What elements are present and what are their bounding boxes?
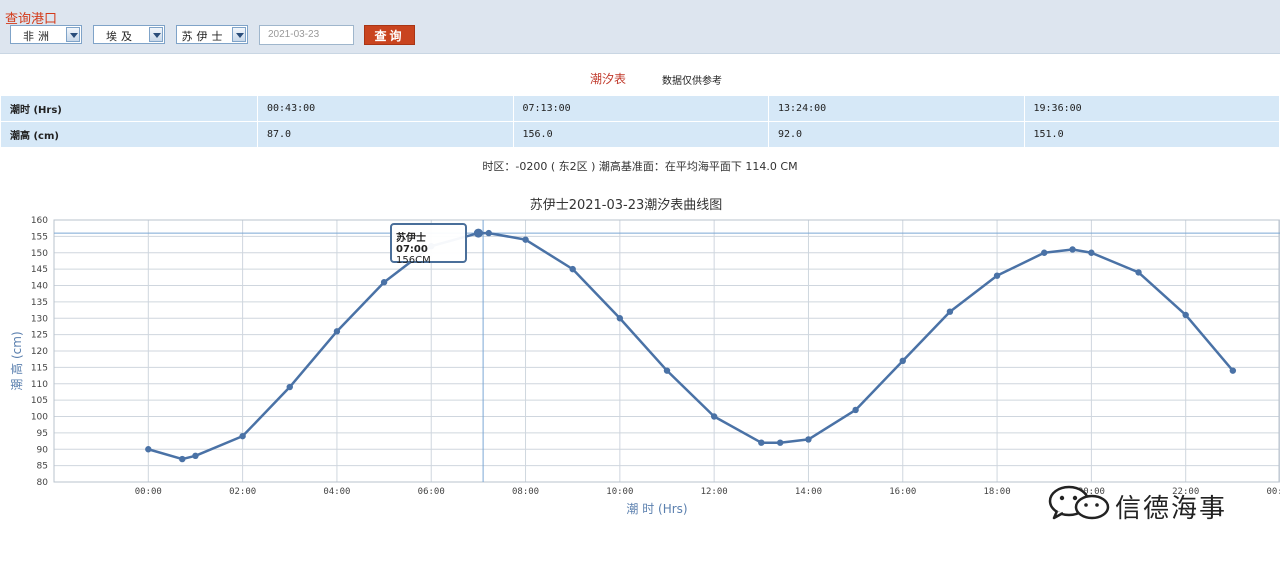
data-point xyxy=(286,383,293,391)
continent-value: 非洲 xyxy=(23,30,53,43)
data-point xyxy=(192,452,199,459)
data-point xyxy=(179,455,186,463)
data-point xyxy=(758,439,765,446)
data-point xyxy=(145,446,152,453)
continent-select[interactable]: 非洲 xyxy=(10,25,82,44)
y-tick-label: 145 xyxy=(31,265,48,275)
x-tick-label: 18:00 xyxy=(984,487,1011,497)
data-point xyxy=(485,229,492,237)
zone-info: 时区：-0200 ( 东2区 ) 潮高基准面：在平均海平面下 114.0 CM xyxy=(482,160,798,173)
wechat-logo-icon xyxy=(1048,485,1110,520)
data-point xyxy=(776,439,784,446)
table-cell: 19:36:00 xyxy=(1023,95,1280,122)
tide-chart: 80 85 90 95 100 105 110 115 120 125 130 135 140 145 15… xyxy=(9,216,1280,516)
x-tick-label: 00:00 xyxy=(135,487,162,497)
tide-table-note: 数据仅供参考 xyxy=(662,76,722,87)
y-tick-label: 110 xyxy=(31,380,48,390)
series-line xyxy=(147,231,1234,461)
x-tick-label: 16:00 xyxy=(889,487,916,497)
row-header-height: 潮高 (cm) xyxy=(0,121,258,148)
port-value: 苏伊士 xyxy=(181,30,227,43)
x-tick-label: 14:00 xyxy=(795,487,822,497)
y-tick-label: 115 xyxy=(31,363,48,373)
watermark-text: 信德海事 xyxy=(1115,494,1228,524)
data-point xyxy=(1229,367,1237,374)
y-tick-label: 100 xyxy=(31,413,48,423)
tide-table-title: 潮汐表 xyxy=(590,72,627,86)
y-tick-label: 85 xyxy=(37,462,48,472)
date-input[interactable]: 2021-03-23 xyxy=(259,25,354,45)
y-tick-label: 120 xyxy=(31,347,48,357)
table-row: 潮高 (cm) 87.0 156.0 92.0 151.0 xyxy=(0,121,1280,148)
data-point xyxy=(993,272,1001,279)
x-tick-label: 04:00 xyxy=(323,487,350,497)
data-point xyxy=(1088,249,1095,256)
x-tick-label: 00:00 xyxy=(1266,487,1280,497)
country-value: 埃及 xyxy=(106,30,136,43)
chart-tooltip: 苏伊士 07:00 156CM xyxy=(390,223,467,266)
row-header-time: 潮时 (Hrs) xyxy=(0,95,258,122)
data-point xyxy=(1135,269,1142,276)
table-cell: 87.0 xyxy=(257,121,514,148)
chevron-down-icon[interactable] xyxy=(149,27,163,42)
search-panel: 查询港口 非洲 埃及 苏伊士 2021-03-23 查询 xyxy=(0,0,1280,54)
x-tick-label: 02:00 xyxy=(229,487,256,497)
x-tick-label: 12:00 xyxy=(701,487,728,497)
data-point xyxy=(473,228,483,238)
data-point xyxy=(1069,246,1076,253)
table-cell: 156.0 xyxy=(512,121,769,148)
y-tick-label: 125 xyxy=(31,331,48,341)
y-tick-label: 95 xyxy=(37,429,48,439)
data-point xyxy=(569,265,576,273)
x-tick-label: 06:00 xyxy=(418,487,445,497)
y-tick-label: 155 xyxy=(31,232,48,242)
y-tick-label: 105 xyxy=(31,396,48,406)
tooltip-location: 苏伊士 xyxy=(396,233,426,244)
data-point xyxy=(663,367,671,374)
data-point xyxy=(616,315,624,322)
table-row: 潮时 (Hrs) 00:43:00 07:13:00 13:24:00 19:3… xyxy=(0,95,1280,122)
x-axis-title: 潮 时 (Hrs) xyxy=(626,501,687,516)
data-point xyxy=(239,432,246,440)
y-tick-label: 130 xyxy=(31,314,48,324)
x-tick-label: 08:00 xyxy=(512,487,539,497)
data-point xyxy=(852,406,859,414)
y-tick-label: 80 xyxy=(37,478,49,488)
chevron-down-icon[interactable] xyxy=(66,27,80,42)
table-cell: 151.0 xyxy=(1023,121,1280,148)
data-point xyxy=(333,328,341,335)
data-point xyxy=(946,308,954,315)
data-point xyxy=(710,413,718,420)
tooltip-value: 156CM xyxy=(396,255,431,266)
query-button[interactable]: 查询 xyxy=(364,25,415,45)
y-tick-label: 140 xyxy=(31,282,48,292)
data-point xyxy=(1041,249,1048,256)
y-tick-label: 90 xyxy=(37,445,49,455)
y-tick-label: 150 xyxy=(31,249,48,259)
port-select[interactable]: 苏伊士 xyxy=(176,25,248,44)
table-cell: 92.0 xyxy=(768,121,1025,148)
y-axis-title: 潮 高 (cm) xyxy=(9,331,24,390)
y-tick-label: 135 xyxy=(31,298,48,308)
data-point xyxy=(1182,311,1189,319)
data-point xyxy=(522,236,529,243)
country-select[interactable]: 埃及 xyxy=(93,25,165,44)
tide-table: 潮时 (Hrs) 00:43:00 07:13:00 13:24:00 19:3… xyxy=(0,95,1280,148)
table-cell: 00:43:00 xyxy=(257,95,514,122)
y-tick-label: 160 xyxy=(31,216,48,226)
tooltip-time: 07:00 xyxy=(396,244,428,255)
table-cell: 07:13:00 xyxy=(512,95,769,122)
data-point xyxy=(380,279,388,286)
data-point xyxy=(805,436,812,443)
table-cell: 13:24:00 xyxy=(768,95,1025,122)
chevron-down-icon[interactable] xyxy=(232,27,246,42)
x-tick-label: 10:00 xyxy=(606,487,633,497)
data-point xyxy=(899,357,906,365)
